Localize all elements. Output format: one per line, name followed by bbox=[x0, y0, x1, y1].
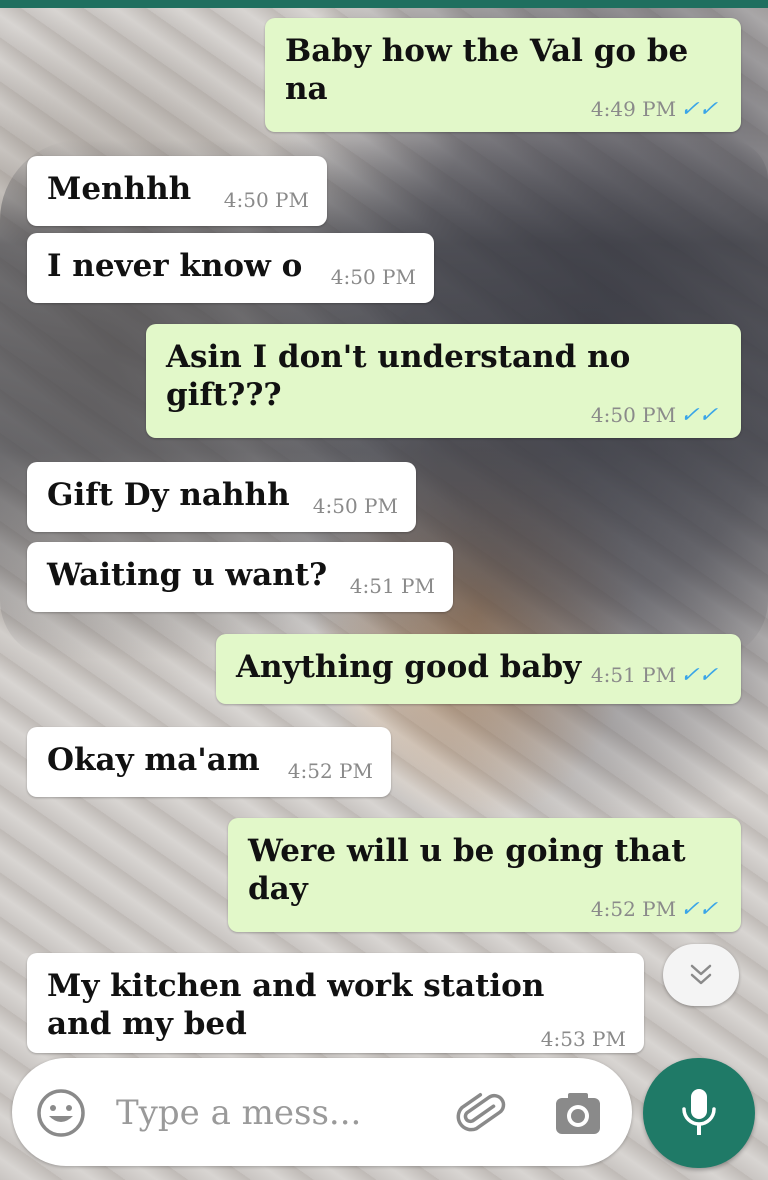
message-meta: 4:51 PM✓✓ bbox=[590, 663, 724, 688]
paperclip-icon[interactable] bbox=[452, 1086, 508, 1142]
message-meta: 4:49 PM✓✓ bbox=[590, 97, 724, 122]
app-top-edge bbox=[0, 0, 768, 8]
message-input[interactable] bbox=[116, 1090, 426, 1136]
message-time: 4:52 PM bbox=[590, 897, 677, 921]
message-bubble-incoming[interactable]: Waiting u want? 4:51 PM bbox=[27, 542, 453, 612]
message-text: Asin I don't understand no gift??? bbox=[166, 339, 631, 413]
message-text: Okay ma'am bbox=[47, 742, 260, 778]
message-bubble-incoming[interactable]: Menhhh 4:50 PM bbox=[27, 156, 327, 226]
message-bubble-incoming[interactable]: Gift Dy nahhh 4:50 PM bbox=[27, 462, 416, 532]
message-text: Menhhh bbox=[47, 171, 192, 207]
camera-icon[interactable] bbox=[552, 1088, 604, 1140]
microphone-icon bbox=[682, 1089, 716, 1135]
message-time: 4:52 PM bbox=[287, 759, 373, 783]
message-composer bbox=[12, 1058, 632, 1166]
double-chevron-down-icon bbox=[690, 964, 712, 985]
message-time: 4:50 PM bbox=[312, 494, 398, 518]
message-text: Gift Dy nahhh bbox=[47, 477, 290, 513]
message-text: Anything good baby bbox=[236, 649, 582, 685]
message-meta: 4:52 PM✓✓ bbox=[590, 897, 724, 922]
message-time: 4:50 PM bbox=[330, 265, 416, 289]
message-bubble-outgoing[interactable]: Baby how the Val go be na 4:49 PM✓✓ bbox=[265, 18, 741, 132]
scroll-to-bottom-button[interactable] bbox=[663, 944, 739, 1006]
message-text: Were will u be going that day bbox=[248, 833, 686, 907]
message-bubble-incoming[interactable]: Okay ma'am 4:52 PM bbox=[27, 727, 391, 797]
message-text: Waiting u want? bbox=[47, 557, 328, 593]
message-time: 4:51 PM bbox=[349, 574, 435, 598]
message-bubble-outgoing[interactable]: Were will u be going that day 4:52 PM✓✓ bbox=[228, 818, 741, 932]
read-receipt-icon: ✓✓ bbox=[677, 97, 724, 122]
read-receipt-icon: ✓✓ bbox=[677, 897, 724, 922]
message-bubble-outgoing[interactable]: Anything good baby 4:51 PM✓✓ bbox=[216, 634, 741, 704]
message-time: 4:50 PM bbox=[223, 188, 309, 212]
message-time: 4:50 PM bbox=[590, 403, 677, 427]
message-time: 4:53 PM bbox=[540, 1027, 626, 1051]
message-bubble-outgoing[interactable]: Asin I don't understand no gift??? 4:50 … bbox=[146, 324, 741, 438]
message-meta: 4:50 PM✓✓ bbox=[590, 403, 724, 428]
smiley-face-icon[interactable] bbox=[36, 1088, 86, 1138]
voice-message-button[interactable] bbox=[643, 1058, 755, 1168]
message-time: 4:49 PM bbox=[590, 97, 677, 121]
message-time: 4:51 PM bbox=[590, 663, 677, 687]
message-text: My kitchen and work station and my bed bbox=[47, 968, 545, 1042]
message-text: Baby how the Val go be na bbox=[285, 33, 689, 107]
message-bubble-incoming[interactable]: My kitchen and work station and my bed 4… bbox=[27, 953, 644, 1053]
message-text: I never know o bbox=[47, 248, 303, 284]
read-receipt-icon: ✓✓ bbox=[677, 403, 724, 428]
read-receipt-icon: ✓✓ bbox=[677, 663, 724, 688]
message-bubble-incoming[interactable]: I never know o 4:50 PM bbox=[27, 233, 434, 303]
